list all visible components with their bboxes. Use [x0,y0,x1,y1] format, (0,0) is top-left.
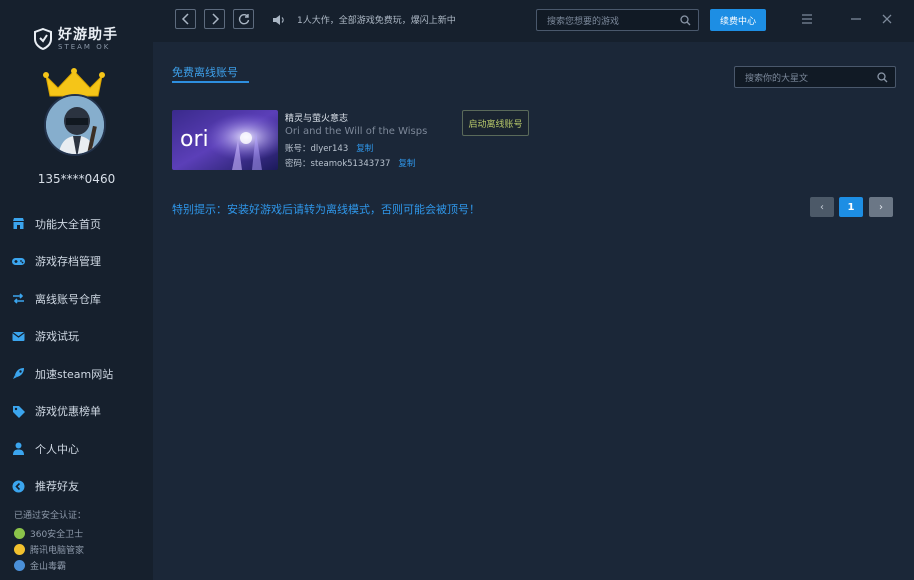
special-tip: 特别提示：安装好游戏后请转为离线模式，否则可能会被顶号！ [172,203,480,216]
menu-icon[interactable] [800,12,814,26]
search-placeholder: 搜索你的大星文 [745,73,809,84]
sidebar-item-home[interactable]: 功能大全首页 [0,205,153,243]
game-title-en: Ori and the Will of the Wisps [285,126,428,137]
app-logo: 好游助手 STEAM OK [34,26,124,52]
account-label: 账号： [285,144,311,154]
game-cover-image[interactable]: ori [172,110,278,170]
user-icon [13,442,24,456]
tag-icon [13,405,25,418]
minimize-icon[interactable] [849,12,863,26]
forward-button[interactable] [204,9,225,29]
cert-item: 腾讯电脑管家 [14,541,86,557]
logo-title: 好游助手 [58,26,118,43]
password-value: steamok51343737 [310,159,391,169]
cert-title: 已通过安全认证： [14,511,87,521]
ori-cover-art: ori [172,110,278,170]
search-placeholder: 搜索您想要的游戏 [547,16,620,27]
kingsoft-badge-icon [14,559,25,571]
recharge-center-button[interactable]: 续费中心 [710,9,766,31]
back-button[interactable] [175,9,196,29]
sidebar-item-saves[interactable]: 游戏存档管理 [0,243,153,281]
tab-underline [172,81,249,83]
sidebar-item-referral[interactable]: 推荐好友 [0,468,153,506]
tab-free-offline-accounts[interactable]: 免费离线账号 [172,64,238,80]
sidebar-item-label: 游戏试玩 [35,330,79,344]
avatar-block [42,68,108,160]
gamepad-icon [12,257,25,265]
sidebar-nav: 功能大全首页 游戏存档管理 离线账号仓库 游戏试玩 加速steam网站 游戏优惠… [0,205,153,505]
sidebar: 好游助手 STEAM OK 135****0460 功能大全首页 游戏存档管理 … [0,0,153,580]
store-icon [13,218,24,230]
sidebar-item-label: 加速steam网站 [35,367,114,381]
sidebar-item-profile[interactable]: 个人中心 [0,430,153,468]
account-search-input[interactable]: 搜索你的大星文 [734,66,896,88]
security-certifications: 已通过安全认证： 360安全卫士 腾讯电脑管家 金山毒霸 [14,508,86,573]
share-icon [12,480,25,493]
refresh-icon [238,14,249,25]
top-search-input[interactable]: 搜索您想要的游戏 [536,9,699,31]
swap-icon [13,293,24,304]
pagination-prev-button[interactable]: ‹ [810,197,834,217]
chevron-right-icon [211,13,219,25]
360-badge-icon [14,527,25,539]
copy-password-link[interactable]: 复制 [398,159,415,169]
sidebar-item-offline-accounts[interactable]: 离线账号仓库 [0,280,153,318]
tencent-badge-icon [14,543,25,555]
chevron-left-icon [181,13,189,25]
password-row: 密码：steamok51343737 复制 [285,157,415,169]
sidebar-item-accelerate[interactable]: 加速steam网站 [0,355,153,393]
account-row: 账号：dlyer143 复制 [285,142,373,154]
sidebar-item-label: 游戏存档管理 [35,255,101,269]
speaker-icon [273,15,284,25]
password-label: 密码： [285,159,311,169]
copy-account-link[interactable]: 复制 [356,144,373,154]
game-title-cn: 精灵与萤火意志 [285,114,349,124]
logo-subtitle: STEAM OK [58,42,111,51]
cert-label: 360安全卫士 [30,529,84,540]
user-phone: 135****0460 [37,172,116,186]
sidebar-item-label: 离线账号仓库 [35,292,101,306]
avatar-image [46,96,104,154]
sidebar-item-label: 功能大全首页 [35,217,101,231]
announcement-text: 1人大作，全部游戏免费玩，爆闪上新中 [297,16,456,26]
rocket-icon [13,368,24,380]
cert-label: 金山毒霸 [30,561,67,572]
pagination-page-1[interactable]: 1 [839,197,863,217]
search-icon[interactable] [680,15,691,26]
sidebar-item-label: 游戏优惠榜单 [35,405,101,419]
pagination-next-button[interactable]: › [869,197,893,217]
close-icon[interactable] [880,12,894,26]
launch-offline-account-button[interactable]: 启动离线账号 [462,110,529,136]
cert-label: 腾讯电脑管家 [30,545,85,556]
search-icon[interactable] [877,72,888,83]
sidebar-item-label: 推荐好友 [35,480,79,494]
cert-item: 金山毒霸 [14,557,86,573]
avatar[interactable] [44,94,106,156]
sidebar-item-label: 个人中心 [35,442,79,456]
mail-icon [12,331,25,341]
account-value: dlyer143 [310,144,349,154]
cover-logo-text: ori [180,127,209,152]
shield-logo-icon [34,28,52,50]
sidebar-item-trial[interactable]: 游戏试玩 [0,318,153,356]
sidebar-item-deals[interactable]: 游戏优惠榜单 [0,393,153,431]
cert-item: 360安全卫士 [14,525,86,541]
refresh-button[interactable] [233,9,254,29]
